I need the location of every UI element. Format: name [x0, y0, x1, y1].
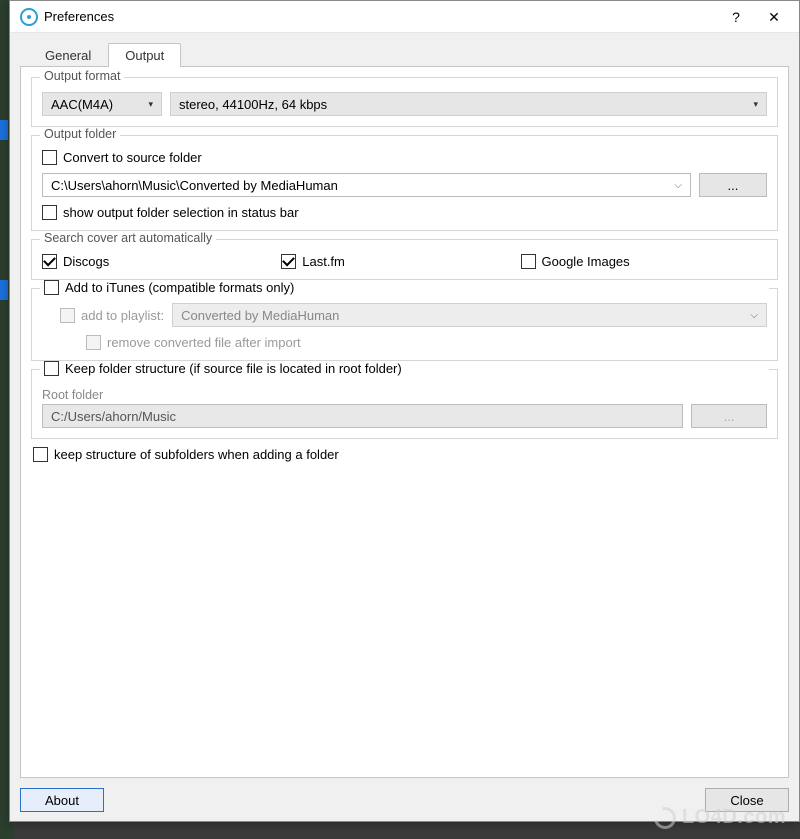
root-folder-label: Root folder	[42, 388, 767, 402]
playlist-dropdown: Converted by MediaHuman ⌵	[172, 303, 767, 327]
legend-cover-art: Search cover art automatically	[40, 231, 216, 245]
playlist-value: Converted by MediaHuman	[181, 308, 339, 323]
bg-accent	[0, 120, 8, 140]
check-label: show output folder selection in status b…	[63, 205, 299, 220]
window-title: Preferences	[44, 9, 717, 24]
browse-output-button[interactable]: ...	[699, 173, 767, 197]
browse-root-button: ...	[691, 404, 767, 428]
check-label: keep structure of subfolders when adding…	[54, 447, 339, 462]
tab-general[interactable]: General	[28, 43, 108, 67]
checkbox-icon	[42, 254, 57, 269]
check-add-to-itunes[interactable]: Add to iTunes (compatible formats only)	[44, 280, 294, 295]
checkbox-icon	[44, 280, 59, 295]
chevron-down-icon: ▾	[753, 99, 758, 110]
tab-bar: General Output	[20, 41, 789, 67]
checkbox-icon	[281, 254, 296, 269]
legend-output-folder: Output folder	[40, 127, 120, 141]
button-label: About	[45, 793, 79, 808]
bottom-bar: About Close	[20, 787, 789, 813]
checkbox-icon	[33, 447, 48, 462]
output-pane: Output format AAC(M4A) ▾ stereo, 44100Hz…	[20, 66, 789, 778]
codec-dropdown[interactable]: AAC(M4A) ▾	[42, 92, 162, 116]
checkbox-icon	[521, 254, 536, 269]
quality-dropdown[interactable]: stereo, 44100Hz, 64 kbps ▾	[170, 92, 767, 116]
check-label: add to playlist:	[81, 308, 164, 323]
chevron-down-icon: ⌵	[674, 180, 682, 191]
root-folder-field: C:/Users/ahorn/Music	[42, 404, 683, 428]
about-button[interactable]: About	[20, 788, 104, 812]
ellipsis-icon: ...	[724, 409, 735, 424]
check-add-to-playlist: add to playlist:	[60, 308, 164, 323]
quality-value: stereo, 44100Hz, 64 kbps	[179, 97, 327, 112]
codec-value: AAC(M4A)	[51, 97, 113, 112]
check-label: remove converted file after import	[107, 335, 301, 350]
check-label: Last.fm	[302, 254, 345, 269]
check-label: Google Images	[542, 254, 630, 269]
chevron-down-icon: ▾	[148, 99, 153, 110]
help-button[interactable]: ?	[717, 1, 755, 33]
app-icon	[20, 8, 38, 26]
output-path-value: C:\Users\ahorn\Music\Converted by MediaH…	[51, 178, 338, 193]
check-label: Keep folder structure (if source file is…	[65, 361, 402, 376]
output-path-field[interactable]: C:\Users\ahorn\Music\Converted by MediaH…	[42, 173, 691, 197]
check-discogs[interactable]: Discogs	[42, 254, 281, 269]
checkbox-icon	[86, 335, 101, 350]
close-button[interactable]: Close	[705, 788, 789, 812]
group-keep-structure: Keep folder structure (if source file is…	[31, 369, 778, 439]
close-window-button[interactable]: ✕	[755, 1, 793, 33]
bg-accent	[0, 280, 8, 300]
check-label: Convert to source folder	[63, 150, 202, 165]
checkbox-icon	[60, 308, 75, 323]
window-body: General Output Output format AAC(M4A) ▾ …	[10, 33, 799, 821]
ellipsis-icon: ...	[728, 178, 739, 193]
legend-output-format: Output format	[40, 69, 124, 83]
tab-output[interactable]: Output	[108, 43, 181, 67]
checkbox-icon	[42, 205, 57, 220]
button-label: Close	[730, 793, 763, 808]
check-keep-subfolders[interactable]: keep structure of subfolders when adding…	[33, 447, 778, 462]
group-itunes: Add to iTunes (compatible formats only) …	[31, 288, 778, 361]
check-remove-after-import: remove converted file after import	[86, 335, 301, 350]
preferences-window: Preferences ? ✕ General Output Output fo…	[9, 0, 800, 822]
check-label: Add to iTunes (compatible formats only)	[65, 280, 294, 295]
root-folder-value: C:/Users/ahorn/Music	[51, 409, 176, 424]
check-convert-to-source[interactable]: Convert to source folder	[42, 150, 767, 165]
group-cover-art: Search cover art automatically Discogs L…	[31, 239, 778, 280]
check-keep-structure[interactable]: Keep folder structure (if source file is…	[44, 361, 402, 376]
chevron-down-icon: ⌵	[750, 310, 758, 321]
check-lastfm[interactable]: Last.fm	[281, 254, 520, 269]
checkbox-icon	[42, 150, 57, 165]
titlebar: Preferences ? ✕	[10, 1, 799, 33]
check-show-in-status[interactable]: show output folder selection in status b…	[42, 205, 767, 220]
check-label: Discogs	[63, 254, 109, 269]
check-google-images[interactable]: Google Images	[521, 254, 760, 269]
group-output-folder: Output folder Convert to source folder C…	[31, 135, 778, 231]
group-output-format: Output format AAC(M4A) ▾ stereo, 44100Hz…	[31, 77, 778, 127]
checkbox-icon	[44, 361, 59, 376]
